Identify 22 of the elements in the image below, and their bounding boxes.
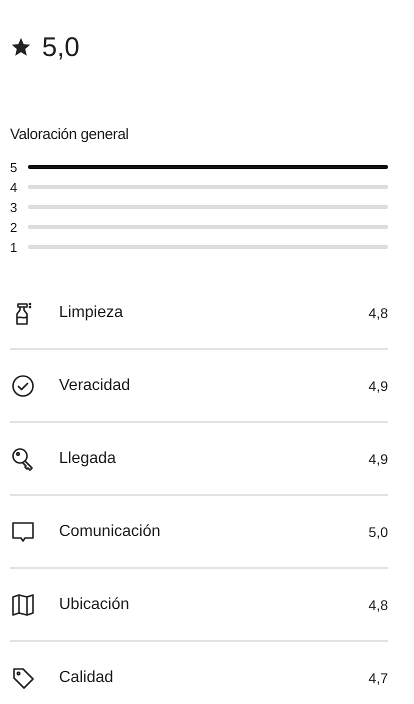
category-score: 4,7 [368, 670, 388, 686]
check-circle-icon [10, 372, 36, 398]
rating-level-label: 3 [10, 200, 18, 214]
overall-rating: 5,0 [42, 32, 80, 62]
category-label: Comunicación [59, 522, 162, 540]
category-score: 4,9 [368, 450, 388, 466]
map-icon [10, 592, 36, 618]
rating-level-label: 2 [10, 220, 18, 234]
category-score: 5,0 [368, 524, 388, 540]
distribution-title: Valoración general [10, 126, 130, 143]
category-score: 4,8 [368, 596, 388, 612]
category-label: Limpieza [59, 304, 124, 322]
category-label: Calidad [59, 668, 114, 686]
rating-level-label: 1 [10, 240, 18, 254]
category-label: Veracidad [59, 376, 132, 394]
category-label: Ubicación [59, 596, 130, 614]
category-label: Llegada [59, 450, 117, 468]
rating-level-label: 4 [10, 180, 18, 194]
category-score: 4,8 [368, 304, 388, 320]
category-score: 4,9 [368, 378, 388, 394]
star-icon [10, 36, 32, 58]
rating-level-label: 5 [10, 160, 18, 174]
